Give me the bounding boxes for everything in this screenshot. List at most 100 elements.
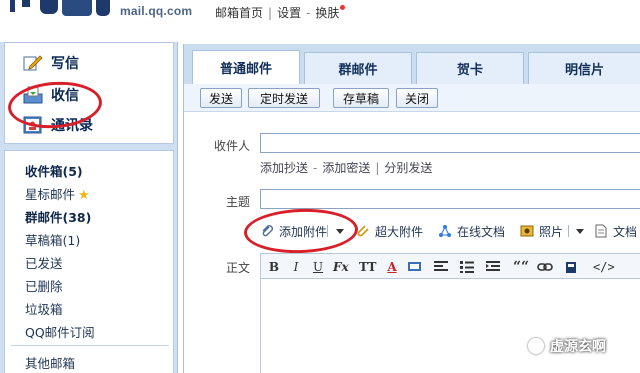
indent-button[interactable]: [485, 258, 501, 276]
folder-spam[interactable]: 垃圾箱: [25, 299, 63, 318]
bold-button[interactable]: B: [267, 258, 281, 276]
tab-label: 明信片: [564, 63, 604, 78]
folder-label: 已发送: [25, 256, 63, 271]
photo-label: 照片: [539, 224, 564, 239]
subject-label: 主题: [225, 195, 250, 209]
mail-domain: mail.qq.com: [120, 4, 193, 18]
folder-label: 群邮件(38): [25, 210, 92, 225]
link-settings[interactable]: 设置: [277, 6, 301, 20]
editor-toolbar: B I U Fx TT A ““ </>: [260, 253, 640, 279]
add-cc-link[interactable]: 添加抄送: [260, 161, 308, 175]
indent-icon: [486, 261, 500, 271]
quote-button[interactable]: ““: [513, 258, 529, 276]
folder-sent[interactable]: 已发送: [25, 253, 63, 272]
folder-group-mail[interactable]: 群邮件(38): [25, 207, 91, 226]
tab-normal-mail[interactable]: 普通邮件: [192, 50, 300, 84]
cc-links: 添加抄送 - 添加密送 | 分别发送: [260, 159, 432, 176]
attachment-highlight-circle: [243, 207, 359, 255]
send-button[interactable]: 发送: [200, 88, 242, 108]
folder-label: 收件箱(5): [25, 164, 83, 179]
align-button[interactable]: [433, 258, 449, 276]
folder-other-mailboxes[interactable]: 其他邮箱: [25, 353, 75, 372]
chevron-down-icon: [576, 228, 584, 234]
link-button[interactable]: [537, 258, 553, 276]
link-mail-home[interactable]: 邮箱首页: [215, 6, 263, 20]
highlight-icon: [408, 262, 421, 271]
large-attachment-button[interactable]: 超大附件: [356, 222, 423, 240]
large-attachment-icon: [356, 224, 370, 238]
folder-list: 收件箱(5) 星标邮件 ★ 群邮件(38) 草稿箱(1) 已发送 已删除 垃圾箱 …: [4, 150, 174, 373]
document-button[interactable]: 文档: [594, 222, 637, 240]
save-draft-button[interactable]: 存草稿: [333, 88, 389, 108]
list-icon: [460, 261, 474, 273]
large-attachment-label: 超大附件: [375, 224, 424, 239]
folder-subscriptions[interactable]: QQ邮件订阅: [25, 322, 95, 341]
font-size-button[interactable]: TT: [359, 258, 376, 276]
watermark-text: 虚源玄啊: [550, 339, 606, 355]
underline-button[interactable]: U: [311, 258, 325, 276]
folder-label: QQ邮件订阅: [25, 325, 95, 340]
watermark: 虚源玄啊: [528, 336, 606, 356]
tab-postcard[interactable]: 明信片: [528, 52, 640, 84]
folder-label: 已删除: [25, 279, 63, 294]
subject-input[interactable]: [260, 189, 640, 209]
folder-inbox[interactable]: 收件箱(5): [25, 161, 83, 180]
italic-button[interactable]: I: [289, 258, 303, 276]
tab-greeting-card[interactable]: 贺卡: [416, 52, 524, 84]
body-label: 正文: [225, 261, 250, 275]
folder-label: 星标邮件: [25, 187, 76, 202]
link-separator: |: [268, 6, 273, 20]
compose-action-bar: 发送 定时发送 存草稿 关闭: [184, 84, 640, 112]
schedule-send-button[interactable]: 定时发送: [248, 88, 320, 108]
watermark-icon: [528, 338, 544, 354]
link-icon: [537, 263, 553, 271]
tab-label: 贺卡: [456, 63, 483, 78]
online-doc-button[interactable]: 在线文档: [438, 222, 505, 240]
font-color-button[interactable]: A: [385, 258, 399, 276]
html-source-button[interactable]: </>: [593, 258, 615, 276]
compose-button[interactable]: 写信: [23, 51, 79, 75]
folder-divider: [11, 345, 169, 346]
photo-dropdown[interactable]: [571, 222, 584, 240]
compose-label: 写信: [51, 56, 79, 72]
photo-button[interactable]: 照片: [520, 222, 563, 240]
mail-body-editor[interactable]: [260, 279, 640, 373]
close-button[interactable]: 关闭: [396, 88, 438, 108]
separate-send-link[interactable]: 分别发送: [384, 161, 432, 175]
folder-deleted[interactable]: 已删除: [25, 276, 63, 295]
compose-tabs: 普通邮件 群邮件 贺卡 明信片: [184, 44, 640, 84]
star-icon: ★: [78, 188, 90, 203]
music-button[interactable]: [563, 258, 579, 276]
folder-label: 其他邮箱: [25, 356, 76, 371]
tab-group-mail[interactable]: 群邮件: [304, 52, 412, 84]
online-doc-icon: [438, 224, 452, 238]
left-sidebar: 写信 收信 通讯录 收件箱(5) 星标邮件 ★ 群邮件(38) 草稿箱(1) 已发…: [0, 42, 178, 373]
tab-label: 群邮件: [338, 63, 378, 78]
online-doc-label: 在线文档: [457, 224, 506, 239]
tab-label: 普通邮件: [219, 62, 272, 77]
photo-icon: [520, 224, 534, 238]
folder-label: 垃圾箱: [25, 302, 63, 317]
compose-panel: 普通邮件 群邮件 贺卡 明信片 发送 定时发送 存草稿 关闭 收件人 添加抄送 -…: [183, 44, 640, 373]
dropdown-separator: [568, 225, 569, 237]
recipient-input[interactable]: [260, 133, 640, 153]
qq-mail-logo[interactable]: [0, 0, 112, 22]
new-dot-icon: [340, 5, 346, 10]
list-button[interactable]: [459, 258, 475, 276]
pencil-icon: [23, 54, 43, 72]
top-links: 邮箱首页 | 设置 - 换肤: [215, 4, 346, 21]
recipient-label: 收件人: [213, 139, 250, 153]
link-separator: |: [375, 161, 380, 175]
add-bcc-link[interactable]: 添加密送: [322, 161, 370, 175]
background-color-button[interactable]: [407, 258, 423, 276]
document-label: 文档: [613, 224, 638, 239]
link-change-skin[interactable]: 换肤: [315, 6, 339, 20]
music-icon: [566, 262, 576, 273]
document-icon: [594, 224, 608, 238]
folder-drafts[interactable]: 草稿箱(1): [25, 230, 80, 249]
font-button[interactable]: Fx: [333, 258, 349, 276]
folder-starred[interactable]: 星标邮件 ★: [25, 184, 90, 203]
folder-label: 草稿箱(1): [25, 233, 81, 248]
top-bar: mail.qq.com 邮箱首页 | 设置 - 换肤: [0, 0, 640, 26]
align-icon: [434, 261, 448, 271]
